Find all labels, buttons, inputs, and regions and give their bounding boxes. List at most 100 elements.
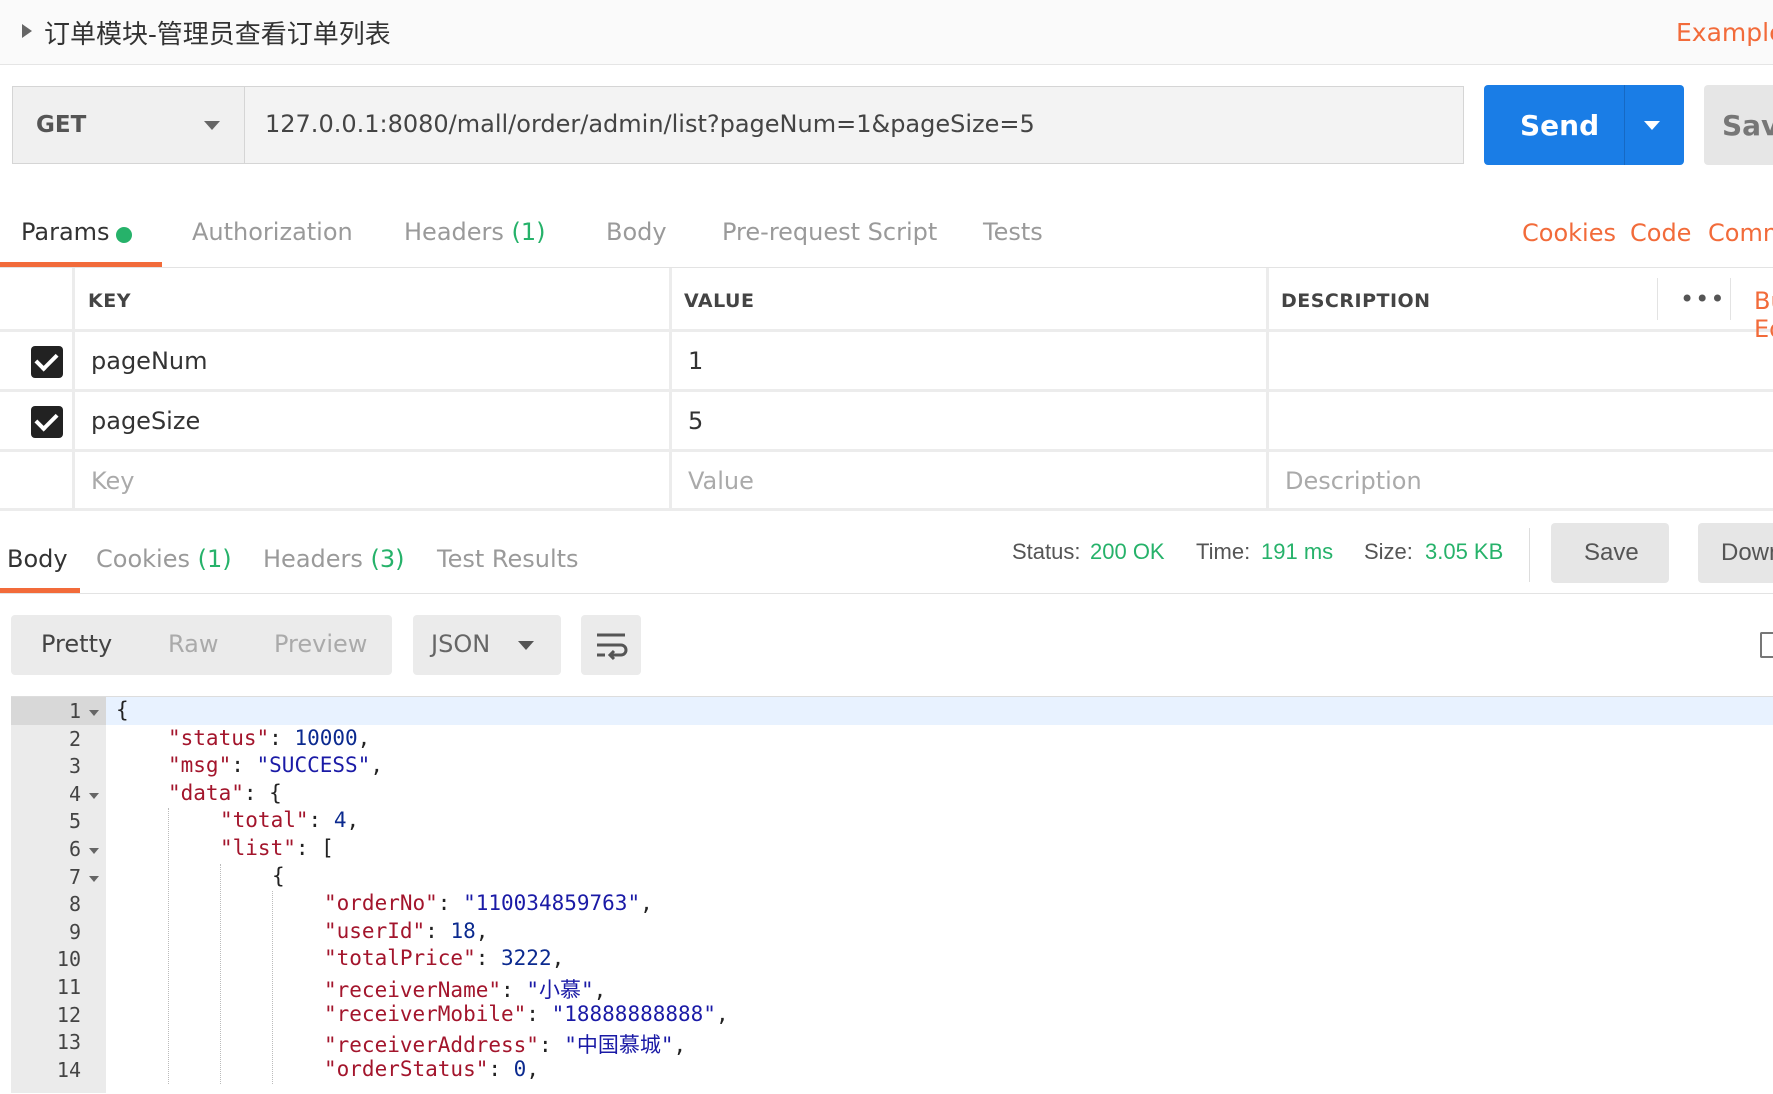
tab-authorization[interactable]: Authorization: [192, 218, 353, 246]
tab-headers-label: Headers: [404, 218, 504, 246]
download-label: Download: [1721, 539, 1773, 566]
json-key: "orderStatus": [324, 1056, 489, 1081]
url-value: 127.0.0.1:8080/mall/order/admin/list?pag…: [265, 110, 1035, 138]
fold-toggle-icon[interactable]: [89, 875, 99, 882]
response-tab-headers-count: (3): [370, 545, 405, 573]
fold-toggle-icon[interactable]: [89, 710, 99, 716]
table-bottom-divider: [0, 508, 1773, 511]
view-preview-button[interactable]: Preview: [274, 630, 367, 658]
line-number: 1: [68, 699, 81, 723]
expand-caret-icon[interactable]: [22, 24, 32, 38]
json-value: 3222: [501, 946, 552, 971]
response-tab-cookies-label: Cookies: [96, 545, 190, 573]
line-number: 8: [68, 892, 81, 917]
column-divider: [1657, 278, 1658, 320]
response-tab-test-results[interactable]: Test Results: [437, 545, 579, 573]
param-value-cell[interactable]: 1: [688, 347, 703, 375]
new-description-input[interactable]: Description: [1285, 467, 1422, 495]
json-key: "msg": [168, 753, 232, 778]
wrap-lines-button[interactable]: [581, 615, 641, 675]
bulk-edit-link[interactable]: Bulk Edit: [1754, 287, 1773, 343]
copy-icon[interactable]: [1760, 632, 1773, 658]
comments-link[interactable]: Comments: [1708, 219, 1773, 247]
new-key-input[interactable]: Key: [91, 467, 135, 495]
fold-toggle-icon[interactable]: [89, 848, 99, 854]
line-number: 7: [68, 864, 81, 889]
line-number: 4: [68, 781, 81, 806]
meta-divider: [1529, 528, 1530, 582]
tab-params[interactable]: Params: [21, 218, 110, 246]
code-line: "totalPrice": 3222,: [324, 946, 565, 971]
param-checkbox-pageSize[interactable]: [31, 406, 63, 438]
more-options-icon[interactable]: •••: [1680, 285, 1725, 313]
new-value-input[interactable]: Value: [688, 467, 754, 495]
column-header-description: DESCRIPTION: [1281, 290, 1431, 312]
response-tab-body[interactable]: Body: [7, 545, 68, 573]
code-line: "msg": "SUCCESS",: [168, 753, 383, 778]
tab-prerequest-script[interactable]: Pre-request Script: [722, 218, 937, 246]
response-tab-cookies[interactable]: Cookies (1): [96, 545, 232, 573]
code-line: "list": [: [220, 836, 334, 860]
code-line: "status": 10000,: [168, 725, 371, 750]
tab-headers-count: (1): [511, 218, 546, 246]
response-tabs-divider: [0, 593, 1773, 594]
json-key: "status": [168, 725, 270, 750]
indent-guide: [220, 863, 221, 1085]
code-line: "receiverName": "小慕",: [324, 978, 607, 1002]
row-divider: [0, 389, 1773, 392]
line-number: 5: [68, 809, 81, 834]
tab-headers[interactable]: Headers (1): [404, 218, 546, 246]
save-response-label: Save: [1584, 539, 1639, 566]
view-raw-button[interactable]: Raw: [168, 630, 218, 658]
response-tab-headers-label: Headers: [263, 545, 363, 573]
fold-toggle-icon[interactable]: [89, 792, 99, 799]
table-header-divider: [0, 329, 1773, 332]
code-line: {: [272, 863, 285, 888]
column-divider: [72, 268, 75, 511]
json-value: 4: [333, 808, 347, 833]
code-link[interactable]: Code: [1630, 219, 1691, 247]
response-tab-headers[interactable]: Headers (3): [263, 545, 405, 573]
wrap-lines-icon: [597, 633, 628, 661]
column-divider: [1266, 268, 1269, 511]
param-value-cell[interactable]: 5: [688, 407, 703, 435]
cookies-link[interactable]: Cookies: [1522, 219, 1616, 247]
format-label: JSON: [431, 630, 491, 658]
column-divider: [1730, 278, 1731, 320]
column-header-key: KEY: [88, 290, 131, 312]
indent-guide: [168, 808, 169, 1085]
param-key-cell[interactable]: pageNum: [91, 347, 207, 375]
json-value: "中国慕城": [564, 1033, 674, 1058]
line-number: 3: [68, 754, 81, 779]
response-tab-cookies-count: (1): [197, 545, 232, 573]
json-value: 0: [513, 1056, 527, 1081]
active-line-highlight: [106, 697, 1773, 725]
params-active-dot-icon: [116, 227, 132, 243]
time-value: 191 ms: [1261, 539, 1334, 564]
json-key: "list": [220, 836, 296, 860]
param-checkbox-pageNum[interactable]: [31, 346, 63, 378]
tab-tests[interactable]: Tests: [983, 218, 1043, 246]
param-key-cell[interactable]: pageSize: [91, 407, 200, 435]
code-line: "orderStatus": 0,: [324, 1056, 539, 1081]
send-options-chevron-icon[interactable]: [1644, 121, 1660, 130]
json-value: "SUCCESS": [256, 753, 371, 778]
active-tab-indicator: [0, 588, 80, 593]
size-value: 3.05 KB: [1425, 539, 1504, 564]
json-key: "data": [168, 780, 244, 805]
json-key: "receiverAddress": [324, 1033, 539, 1058]
code-line: "orderNo": "110034859763",: [324, 891, 653, 916]
line-number: 6: [68, 837, 81, 861]
json-value: "110034859763": [463, 891, 641, 916]
send-divider: [1624, 85, 1625, 165]
active-tab-indicator: [0, 262, 162, 267]
examples-link[interactable]: Examples: [1676, 18, 1773, 47]
request-title[interactable]: 订单模块-管理员查看订单列表: [44, 14, 391, 51]
tab-body[interactable]: Body: [606, 218, 667, 246]
line-number: 2: [68, 726, 81, 751]
indent-guide: [272, 891, 273, 1085]
request-tabs-divider: [0, 267, 1773, 268]
save-request-label: Save: [1722, 109, 1773, 142]
line-number: 13: [56, 1030, 81, 1055]
view-pretty-button[interactable]: Pretty: [41, 630, 112, 658]
